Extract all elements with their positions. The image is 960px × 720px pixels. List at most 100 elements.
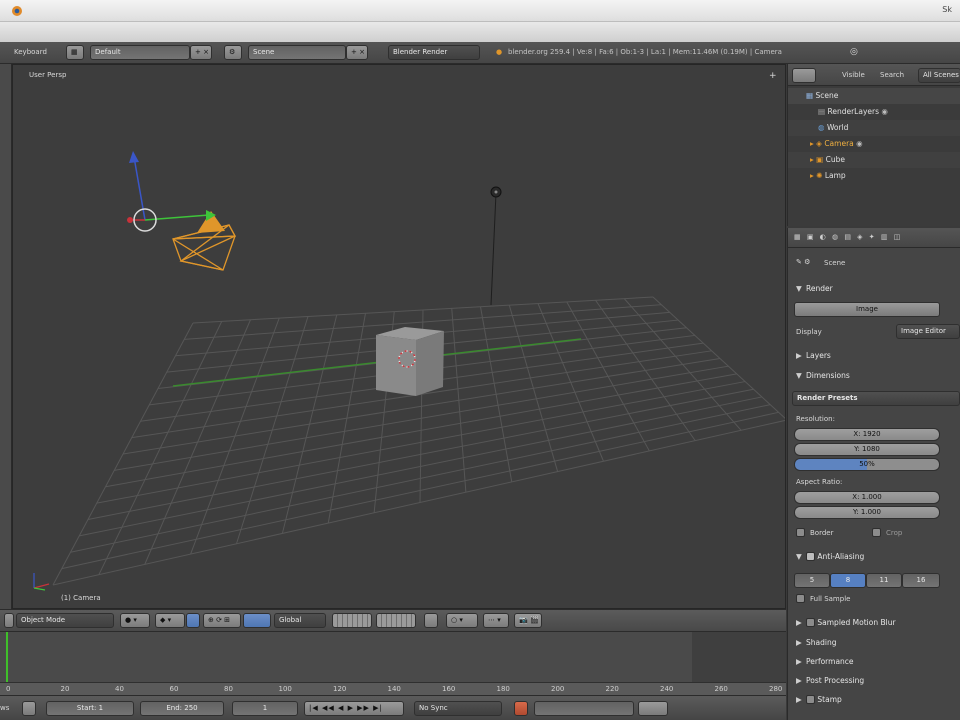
toolshelf-strip[interactable]	[0, 64, 12, 609]
lock-layers-button[interactable]	[424, 613, 438, 628]
resolution-percentage-slider[interactable]: 50%	[794, 458, 940, 471]
scene-icon[interactable]: ⚙	[224, 45, 242, 60]
view-name: User Persp	[29, 71, 67, 79]
grid-line	[451, 308, 467, 493]
end-frame-field[interactable]: End: 250	[140, 701, 224, 716]
scene-add-remove-button[interactable]: + ×	[346, 45, 368, 60]
screen-layout-icon[interactable]: ▦	[66, 45, 84, 60]
insert-keyframe-buttons[interactable]	[638, 701, 668, 716]
full-sample-checkbox[interactable]	[796, 594, 805, 603]
outliner-display-mode[interactable]: All Scenes	[918, 68, 960, 83]
timeline-ruler[interactable]: 0 20 40 60 80 100 120 140 160 180 200 220 240 260 280	[0, 682, 786, 695]
resolution-y-field[interactable]: Y: 1080	[794, 443, 940, 456]
dimensions-panel-header[interactable]: ▼ Dimensions	[790, 367, 960, 385]
outliner[interactable]: Visible Search All Scenes ▦ Scene ▤ Rend…	[787, 64, 960, 226]
3d-viewport[interactable]: User Persp (1) Camera +	[12, 64, 786, 609]
aa-samples-11[interactable]: 11	[866, 573, 902, 588]
aa-samples-16[interactable]: 16	[902, 573, 940, 588]
ruler-tick-label: 0	[6, 685, 11, 693]
outliner-editor-type-button[interactable]	[792, 68, 816, 83]
ruler-tick-label: 240	[660, 685, 674, 693]
playback-controls[interactable]: |◀ ◀◀ ◀ ▶ ▶▶ ▶|	[304, 701, 404, 716]
cube-object[interactable]	[376, 327, 444, 396]
border-checkbox[interactable]	[796, 528, 805, 537]
grid-line	[87, 388, 754, 520]
shading-panel-header[interactable]: ▶ Shading	[790, 634, 960, 652]
keying-set-field[interactable]	[534, 701, 634, 716]
render-presets-dropdown[interactable]: Render Presets	[792, 391, 960, 406]
editor-type-label[interactable]: Keyboard	[14, 48, 47, 56]
resolution-label: Resolution:	[796, 415, 835, 423]
aspect-x-field[interactable]: X: 1.000	[794, 491, 940, 504]
blender-app-icon	[12, 6, 22, 16]
proportional-edit-dropdown[interactable]: ○ ▾	[446, 613, 478, 628]
header-edge-label: ws	[0, 704, 10, 712]
ruler-tick-label: 60	[169, 685, 179, 693]
outliner-item-cube[interactable]: ▸ ▣ Cube	[788, 152, 960, 168]
performance-panel-header[interactable]: ▶ Performance	[790, 653, 960, 671]
transform-buttons[interactable]	[243, 613, 271, 628]
post-processing-panel-header[interactable]: ▶ Post Processing	[790, 672, 960, 690]
timeline-out-of-range	[692, 632, 786, 683]
render-engine-dropdown[interactable]: Blender Render	[388, 45, 480, 60]
sync-dropdown[interactable]: No Sync	[414, 701, 502, 716]
resolution-x-field[interactable]: X: 1920	[794, 428, 940, 441]
transform-orientation-dropdown[interactable]: Global	[274, 613, 326, 628]
ruler-tick-label: 80	[224, 685, 233, 693]
screen-layout-field[interactable]: Default	[90, 45, 190, 60]
context-scene-icon: ✎ ⚙	[796, 258, 811, 266]
auto-keyframe-button[interactable]	[514, 701, 528, 716]
render-image-button[interactable]: Image	[794, 302, 940, 317]
scene-field[interactable]: Scene	[248, 45, 346, 60]
outliner-tab-visible[interactable]: Visible	[842, 71, 865, 79]
outliner-item-renderlayers[interactable]: ▤ RenderLayers ◉	[788, 104, 960, 120]
context-icons[interactable]: ▦ ▣ ◐ ◍ ▤ ◈ ✦ ▥ ◫	[794, 233, 902, 241]
current-frame-field[interactable]: 1	[232, 701, 298, 716]
display-dropdown[interactable]: Image Editor	[896, 324, 960, 339]
manipulator-mode-buttons[interactable]: ⊕ ⟳ ⊞	[203, 613, 241, 628]
crop-checkbox[interactable]	[872, 528, 881, 537]
outliner-header: Visible Search All Scenes	[788, 64, 960, 86]
ruler-tick-label: 220	[605, 685, 619, 693]
manipulator-toggle[interactable]	[186, 613, 200, 628]
render-panel-header[interactable]: ▼ Render	[790, 280, 960, 298]
outliner-item-world[interactable]: ◍ World	[788, 120, 960, 136]
antialiasing-checkbox[interactable]	[806, 551, 815, 561]
stamp-panel-header[interactable]: ▶ Stamp	[790, 691, 960, 709]
layers-buttons[interactable]	[332, 613, 372, 628]
grid-line	[623, 298, 742, 431]
window-controls[interactable]: Sk	[942, 5, 952, 14]
mode-dropdown[interactable]: Object Mode	[16, 613, 114, 628]
grid-line	[480, 306, 513, 482]
outliner-item-scene[interactable]: ▦ Scene	[788, 88, 960, 104]
outliner-item-lamp[interactable]: ▸ ✺ Lamp	[788, 168, 960, 184]
current-frame-marker[interactable]	[6, 632, 8, 683]
editor-type-button[interactable]	[4, 613, 14, 628]
snap-dropdown[interactable]: ⋯ ▾	[483, 613, 509, 628]
aa-samples-8[interactable]: 8	[830, 573, 866, 588]
blender-logo-icon: ●	[496, 48, 503, 56]
border-label: Border	[810, 529, 834, 537]
motion-blur-panel-header[interactable]: ▶ Sampled Motion Blur	[790, 614, 960, 632]
outliner-tab-search[interactable]: Search	[880, 71, 904, 79]
layers-panel-header[interactable]: ▶ Layers	[790, 347, 960, 365]
viewport-shading-dropdown[interactable]: ● ▾	[120, 613, 150, 628]
outliner-item-camera[interactable]: ▸ ◈ Camera ◉	[788, 136, 960, 152]
lamp-line	[490, 192, 497, 306]
render-opengl-buttons[interactable]: 📷 🎬	[514, 613, 542, 628]
properties-context-tabs[interactable]: ▦ ▣ ◐ ◍ ▤ ◈ ✦ ▥ ◫	[788, 228, 960, 248]
screen-layout-add-remove-button[interactable]: + ×	[190, 45, 212, 60]
aspect-y-field[interactable]: Y: 1.000	[794, 506, 940, 519]
display-label: Display	[796, 328, 822, 336]
pivot-point-dropdown[interactable]: ◆ ▾	[155, 613, 185, 628]
ruler-tick-label: 20	[60, 685, 70, 693]
antialiasing-panel-header[interactable]: ▼ Anti-Aliasing	[790, 548, 960, 566]
layers-buttons-2[interactable]	[376, 613, 416, 628]
editor-type-button-timeline[interactable]	[22, 701, 36, 716]
start-frame-field[interactable]: Start: 1	[46, 701, 134, 716]
fullscreen-icon[interactable]: ◎	[850, 47, 858, 57]
aa-samples-5[interactable]: 5	[794, 573, 830, 588]
corner-axis-y	[33, 587, 46, 591]
viewport-scene[interactable]	[13, 65, 786, 609]
viewport-plus-icon[interactable]: +	[769, 71, 777, 81]
